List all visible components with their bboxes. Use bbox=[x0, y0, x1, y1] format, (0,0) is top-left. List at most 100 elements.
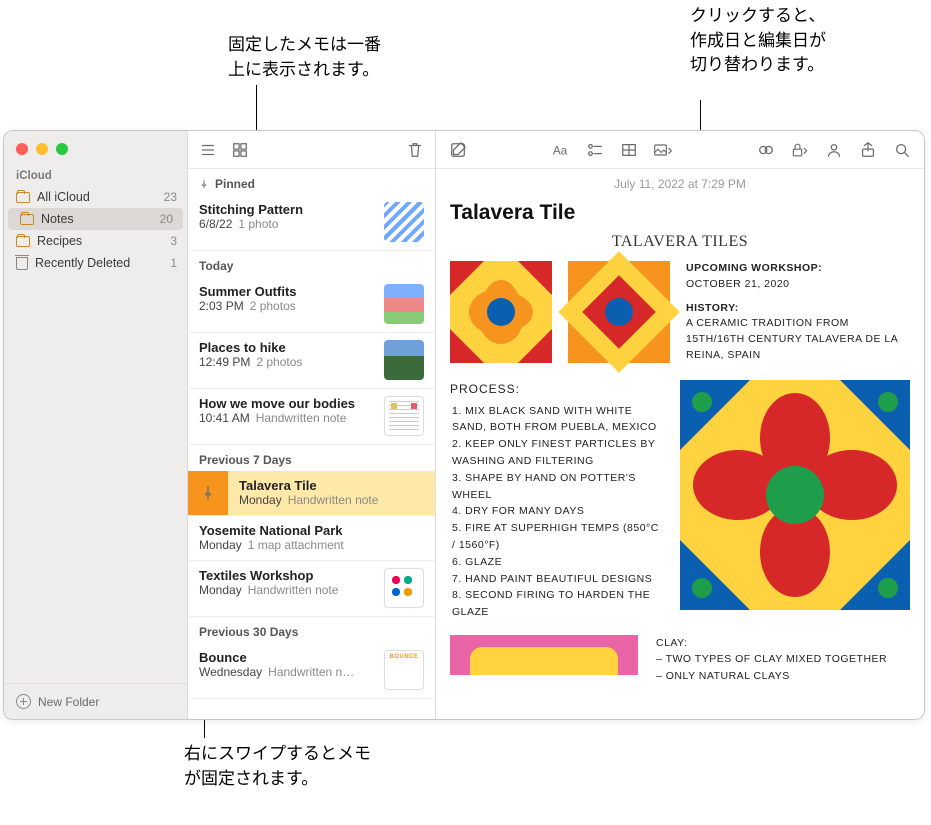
note-title: Summer Outfits bbox=[199, 284, 376, 299]
note-thumbnail bbox=[384, 340, 424, 380]
sidebar-folder-recipes[interactable]: Recipes 3 bbox=[4, 230, 187, 252]
side-text-block: Upcoming Workshop: October 21, 2020 Hist… bbox=[686, 261, 910, 364]
note-detail: 2 photos bbox=[250, 299, 296, 313]
note-item-textiles-workshop[interactable]: Textiles Workshop MondayHandwritten note bbox=[188, 561, 435, 617]
workshop-date: October 21, 2020 bbox=[686, 277, 910, 293]
note-item-bounce[interactable]: Bounce WednesdayHandwritten n… bbox=[188, 643, 435, 699]
tile-graphic-3 bbox=[450, 635, 638, 675]
editor-column: Aa July 11, 2022 at 7:29 PM Talavera Til… bbox=[436, 131, 924, 719]
lock-icon[interactable] bbox=[790, 140, 810, 160]
note-title: Textiles Workshop bbox=[199, 568, 376, 583]
sidebar-folder-recently-deleted[interactable]: Recently Deleted 1 bbox=[4, 252, 187, 274]
process-step: 5. Fire at superhigh temps (850°C / 1560… bbox=[452, 520, 662, 554]
new-note-icon[interactable] bbox=[448, 140, 468, 160]
callout-dates-toggle: クリックすると、 作成日と編集日が 切り替わります。 bbox=[690, 4, 826, 78]
callout-swipe-pin: 右にスワイプするとメモ が固定されます。 bbox=[184, 742, 371, 791]
checklist-icon[interactable] bbox=[585, 140, 605, 160]
zoom-button[interactable] bbox=[56, 143, 68, 155]
process-block: Process: 1. Mix black sand with white sa… bbox=[450, 380, 662, 622]
folder-count: 20 bbox=[160, 212, 173, 226]
new-folder-label: New Folder bbox=[38, 695, 99, 709]
process-step: 2. Keep only finest particles by washing… bbox=[452, 436, 662, 470]
folder-icon bbox=[16, 192, 30, 203]
share-icon[interactable] bbox=[858, 140, 878, 160]
process-step: 7. Hand paint beautiful designs bbox=[452, 571, 662, 588]
note-thumbnail bbox=[384, 568, 424, 608]
new-folder-button[interactable]: New Folder bbox=[4, 683, 187, 719]
note-title: Bounce bbox=[199, 650, 376, 665]
note-detail: Handwritten note bbox=[288, 493, 379, 507]
process-step: 4. Dry for many days bbox=[452, 503, 662, 520]
note-time: 12:49 PM bbox=[199, 355, 250, 369]
section-label: Previous 30 Days bbox=[199, 625, 298, 639]
note-item-places-to-hike[interactable]: Places to hike 12:49 PM2 photos bbox=[188, 333, 435, 389]
note-title: Yosemite National Park bbox=[199, 523, 424, 538]
window-controls bbox=[4, 131, 187, 164]
clay-label: Clay: bbox=[656, 635, 910, 651]
clay-line: – Only natural clays bbox=[656, 668, 910, 684]
folder-icon bbox=[16, 236, 30, 247]
note-item-summer-outfits[interactable]: Summer Outfits 2:03 PM 2 photos bbox=[188, 277, 435, 333]
folder-name: All iCloud bbox=[37, 190, 90, 204]
note-time: Monday bbox=[199, 538, 242, 552]
note-detail: Handwritten note bbox=[256, 411, 347, 425]
gallery-view-icon[interactable] bbox=[230, 140, 250, 160]
section-label: Pinned bbox=[215, 177, 255, 191]
format-icon[interactable]: Aa bbox=[551, 140, 571, 160]
note-body[interactable]: Talavera Tile Talavera Tiles Upcoming Wo… bbox=[436, 193, 924, 719]
collaborate-icon[interactable] bbox=[824, 140, 844, 160]
note-item-talavera-tile-swiped[interactable]: Talavera Tile MondayHandwritten note bbox=[188, 471, 435, 516]
note-title-heading: Talavera Tile bbox=[450, 201, 910, 225]
note-title: How we move our bodies bbox=[199, 396, 376, 411]
pin-icon bbox=[199, 179, 209, 189]
editor-toolbar: Aa bbox=[436, 131, 924, 169]
note-item-yosemite[interactable]: Yosemite National Park Monday1 map attac… bbox=[188, 516, 435, 561]
note-time: 2:03 PM bbox=[199, 299, 244, 313]
list-toolbar bbox=[188, 131, 435, 169]
notes-list-body[interactable]: Pinned Stitching Pattern 6/8/221 photo T… bbox=[188, 169, 435, 719]
close-button[interactable] bbox=[16, 143, 28, 155]
note-thumbnail bbox=[384, 650, 424, 690]
delete-note-icon[interactable] bbox=[405, 140, 425, 160]
note-detail: Handwritten n… bbox=[268, 665, 354, 679]
history-body: A ceramic tradition from 15th/16th centu… bbox=[686, 316, 910, 363]
tile-graphic-1 bbox=[450, 261, 552, 363]
note-time: 10:41 AM bbox=[199, 411, 250, 425]
list-view-icon[interactable] bbox=[198, 140, 218, 160]
clay-line: – Two types of clay mixed together bbox=[656, 651, 910, 667]
clay-block: Clay: – Two types of clay mixed together… bbox=[656, 635, 910, 684]
note-timestamp[interactable]: July 11, 2022 at 7:29 PM bbox=[436, 169, 924, 193]
trash-icon bbox=[16, 257, 28, 270]
note-detail: 1 photo bbox=[238, 217, 278, 231]
minimize-button[interactable] bbox=[36, 143, 48, 155]
note-time: 6/8/22 bbox=[199, 217, 232, 231]
note-thumbnail bbox=[384, 396, 424, 436]
sidebar-folder-notes[interactable]: Notes 20 bbox=[8, 208, 183, 230]
search-icon[interactable] bbox=[892, 140, 912, 160]
table-icon[interactable] bbox=[619, 140, 639, 160]
folder-count: 1 bbox=[170, 256, 177, 270]
section-pinned: Pinned bbox=[188, 169, 435, 195]
folder-name: Notes bbox=[41, 212, 74, 226]
note-detail: 2 photos bbox=[256, 355, 302, 369]
section-prev30: Previous 30 Days bbox=[188, 617, 435, 643]
sidebar-account-label: iCloud bbox=[4, 164, 187, 186]
sidebar-folder-all-icloud[interactable]: All iCloud 23 bbox=[4, 186, 187, 208]
workshop-label: Upcoming Workshop: bbox=[686, 261, 910, 277]
folder-count: 3 bbox=[170, 234, 177, 248]
media-icon[interactable] bbox=[653, 140, 673, 160]
note-item-how-we-move[interactable]: How we move our bodies 10:41 AM Handwritt… bbox=[188, 389, 435, 445]
link-icon[interactable] bbox=[756, 140, 776, 160]
callout-pinned-top: 固定したメモは一番 上に表示されます。 bbox=[228, 33, 381, 82]
plus-circle-icon bbox=[16, 694, 31, 709]
history-label: History: bbox=[686, 301, 910, 317]
clay-list: – Two types of clay mixed together– Only… bbox=[656, 651, 910, 684]
section-label: Previous 7 Days bbox=[199, 453, 292, 467]
handwritten-title: Talavera Tiles bbox=[450, 233, 910, 251]
folder-name: Recently Deleted bbox=[35, 256, 130, 270]
pin-action-button[interactable] bbox=[188, 471, 228, 515]
note-thumbnail bbox=[384, 284, 424, 324]
process-step: 3. Shape by hand on potter's wheel bbox=[452, 470, 662, 504]
note-item-stitching-pattern[interactable]: Stitching Pattern 6/8/221 photo bbox=[188, 195, 435, 251]
folder-icon bbox=[20, 214, 34, 225]
